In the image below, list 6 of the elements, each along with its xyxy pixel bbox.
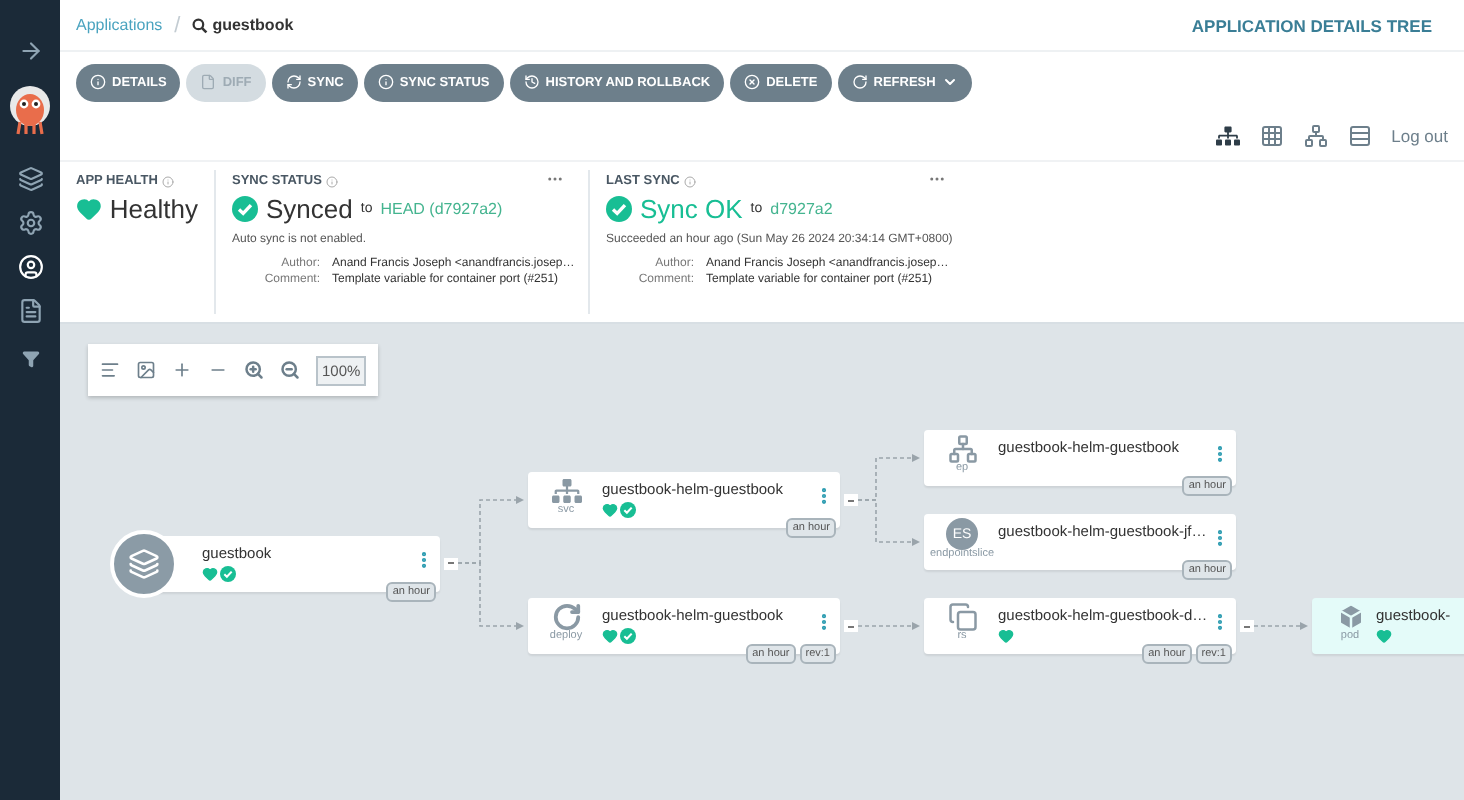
health-status-text: Healthy: [109, 194, 198, 224]
sync-status-text: Synced: [266, 194, 353, 224]
sync-status-text: Sync OK: [640, 194, 743, 224]
current-application: guestbook: [212, 16, 294, 34]
page-title: APPLICATION DETAILS TREE: [1191, 15, 1432, 35]
breadcrumb-separator: /: [174, 13, 181, 37]
